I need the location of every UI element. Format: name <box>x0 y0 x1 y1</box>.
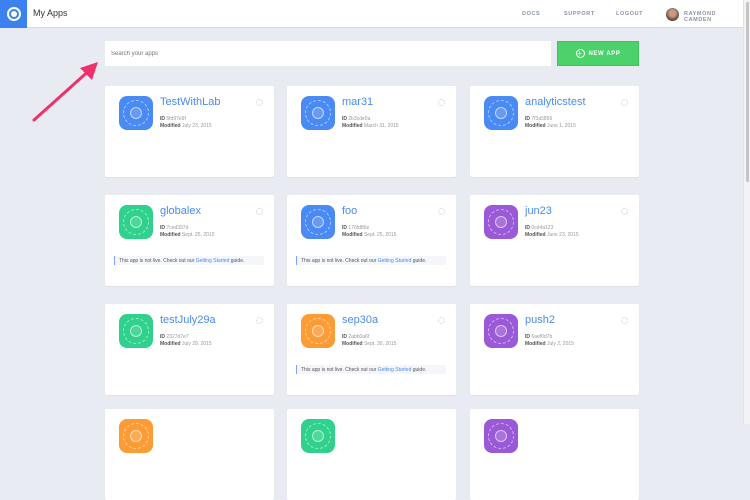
app-card[interactable]: TestWithLab ID 5fd97e9f Modified July 23… <box>105 86 274 177</box>
app-icon[interactable] <box>301 205 335 239</box>
top-bar: My Apps DOCS SUPPORT LOGOUT RAYMOND CAMD… <box>0 0 743 28</box>
gear-icon[interactable] <box>621 317 628 324</box>
gear-icon[interactable] <box>256 99 263 106</box>
app-name[interactable]: foo <box>342 205 357 217</box>
app-name[interactable]: globalex <box>160 205 201 217</box>
app-name[interactable]: TestWithLab <box>160 96 221 108</box>
app-id: ID 5fd97e9f <box>160 116 186 122</box>
scrollbar[interactable] <box>743 0 750 424</box>
app-card[interactable]: push2 ID 6aef0d7b Modified July 2, 2015 <box>470 304 639 395</box>
app-card[interactable]: analyticstest ID 7f3a5856 Modified June … <box>470 86 639 177</box>
app-icon[interactable] <box>484 205 518 239</box>
app-card[interactable]: testJuly29a ID 2327d7e7 Modified July 29… <box>105 304 274 395</box>
gear-icon[interactable] <box>621 99 628 106</box>
app-name[interactable]: sep30a <box>342 314 378 326</box>
gear-icon[interactable] <box>438 317 445 324</box>
app-id: ID 7ced397d <box>160 225 189 231</box>
nav-support[interactable]: SUPPORT <box>564 11 595 17</box>
app-card[interactable]: sep30a ID 2abb0a6f Modified Sept. 30, 20… <box>287 304 456 395</box>
gear-icon[interactable] <box>438 208 445 215</box>
app-modified: Modified July 29, 2015 <box>160 341 212 347</box>
app-id: ID 6aef0d7b <box>525 334 553 340</box>
gear-icon[interactable] <box>256 317 263 324</box>
avatar[interactable] <box>666 8 679 21</box>
app-icon[interactable] <box>484 314 518 348</box>
app-name[interactable]: mar31 <box>342 96 373 108</box>
app-id: ID 0cd4a123 <box>525 225 554 231</box>
app-icon[interactable] <box>301 419 335 453</box>
user-name[interactable]: RAYMOND CAMDEN <box>684 11 743 23</box>
getting-started-link[interactable]: Getting Started <box>378 258 412 264</box>
app-id: ID 2327d7e7 <box>160 334 189 340</box>
app-modified: Modified July 23, 2015 <box>160 123 212 129</box>
app-id: ID 2abb0a6f <box>342 334 370 340</box>
gear-icon[interactable] <box>256 208 263 215</box>
app-name[interactable]: analyticstest <box>525 96 586 108</box>
app-card[interactable]: foo ID 176fd86e Modified Sept. 25, 2015 T… <box>287 195 456 286</box>
app-icon[interactable] <box>119 419 153 453</box>
app-card[interactable]: globalex ID 7ced397d Modified Sept. 25, … <box>105 195 274 286</box>
app-icon[interactable] <box>119 96 153 130</box>
app-modified: Modified July 2, 2015 <box>525 341 574 347</box>
app-card[interactable] <box>287 409 456 500</box>
not-live-notice: This app is not live. Check out our Gett… <box>296 256 446 265</box>
app-modified: Modified June 1, 2015 <box>525 123 576 129</box>
app-id: ID 7f3a5856 <box>525 116 553 122</box>
app-modified: Modified June 23, 2015 <box>525 232 579 238</box>
plus-icon: + <box>575 49 585 58</box>
getting-started-link[interactable]: Getting Started <box>196 258 230 264</box>
app-name[interactable]: push2 <box>525 314 555 326</box>
app-id: ID 2b3cde0a <box>342 116 371 122</box>
new-app-button[interactable]: + NEW APP <box>557 41 639 66</box>
app-modified: Modified Sept. 30, 2015 <box>342 341 397 347</box>
gear-icon[interactable] <box>621 208 628 215</box>
app-icon[interactable] <box>119 205 153 239</box>
page-title: My Apps <box>33 8 68 18</box>
app-id: ID 176fd86e <box>342 225 370 231</box>
app-icon[interactable] <box>119 314 153 348</box>
app-icon[interactable] <box>484 96 518 130</box>
nav-docs[interactable]: DOCS <box>522 11 540 17</box>
nav-logout[interactable]: LOGOUT <box>616 11 643 17</box>
app-card[interactable]: mar31 ID 2b3cde0a Modified March 31, 201… <box>287 86 456 177</box>
arrow-annotation-icon <box>32 62 98 122</box>
app-modified: Modified Sept. 25, 2015 <box>342 232 397 238</box>
gear-icon[interactable] <box>438 99 445 106</box>
app-icon[interactable] <box>484 419 518 453</box>
getting-started-link[interactable]: Getting Started <box>378 367 412 373</box>
app-icon[interactable] <box>301 314 335 348</box>
app-card[interactable] <box>470 409 639 500</box>
search-input[interactable] <box>105 41 551 66</box>
app-card[interactable] <box>105 409 274 500</box>
app-name[interactable]: testJuly29a <box>160 314 216 326</box>
app-modified: Modified March 31, 2015 <box>342 123 399 129</box>
app-card[interactable]: jun23 ID 0cd4a123 Modified June 23, 2015 <box>470 195 639 286</box>
app-icon[interactable] <box>301 96 335 130</box>
not-live-notice: This app is not live. Check out our Gett… <box>296 365 446 374</box>
app-modified: Modified Sept. 25, 2015 <box>160 232 215 238</box>
ionic-logo-icon[interactable] <box>0 0 27 28</box>
not-live-notice: This app is not live. Check out our Gett… <box>114 256 264 265</box>
app-name[interactable]: jun23 <box>525 205 552 217</box>
